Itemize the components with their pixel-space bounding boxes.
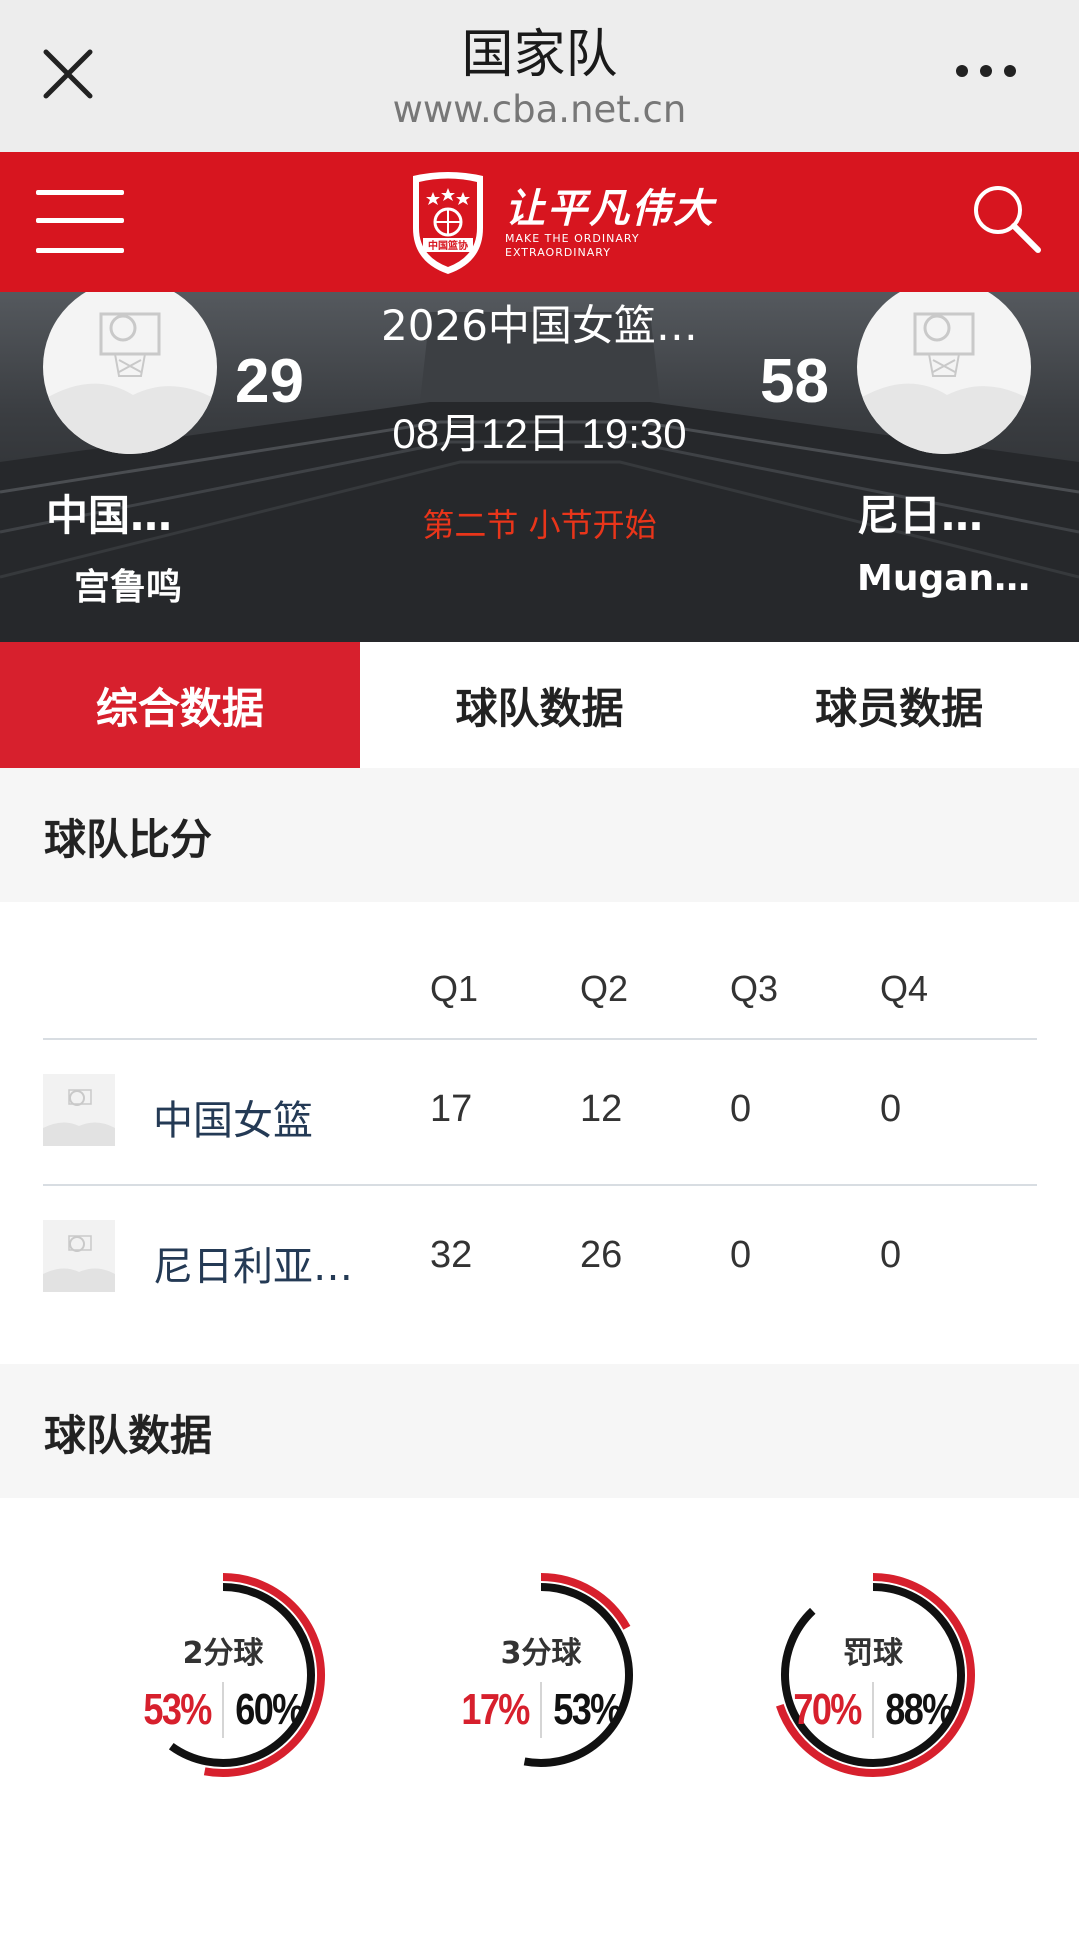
ring-label: 罚球 (843, 1636, 903, 1671)
column-header-q1: Q1 (430, 968, 479, 1009)
ring-values: 53% 60% (137, 1682, 309, 1738)
away-coach-name: Mugan… (857, 558, 1031, 599)
section-title: 球队比分 (44, 815, 213, 864)
section-title: 球队数据 (44, 1411, 213, 1460)
tab-player-stats[interactable]: 球员数据 (719, 642, 1079, 768)
q2-score: 26 (580, 1234, 623, 1276)
search-icon[interactable] (966, 180, 1046, 260)
match-time: 08月12日 19:30 (392, 410, 687, 457)
q3-score: 0 (730, 1234, 752, 1276)
home-percentage-arc (775, 1573, 976, 1777)
divider (540, 1682, 542, 1738)
match-title: 2026中国女篮… (381, 301, 698, 350)
home-percentage: 70% (793, 1685, 862, 1734)
away-percentage: 88% (885, 1685, 954, 1734)
free-throw-ring: 罚球 70% 88% (768, 1570, 978, 1780)
home-percentage: 53% (143, 1685, 212, 1734)
ring-values: 70% 88% (787, 1682, 959, 1738)
q4-score: 0 (880, 1234, 902, 1276)
away-percentage: 60% (235, 1685, 304, 1734)
slogan-english-line-2: EXTRAORDINARY (505, 246, 611, 259)
menu-icon[interactable] (36, 188, 124, 256)
team-name: 尼日利亚… (153, 1244, 353, 1290)
team-logo-thumbnail (43, 1074, 115, 1146)
cba-logo[interactable]: 中国篮协 让平凡伟大 MAKE THE ORDINARY EXTRAORDINA… (403, 168, 713, 278)
ring-label: 3分球 (500, 1636, 582, 1671)
browser-top-bar: 国家队 www.cba.net.cn (0, 0, 1079, 152)
page-url: www.cba.net.cn (392, 88, 687, 131)
site-header: 中国篮协 让平凡伟大 MAKE THE ORDINARY EXTRAORDINA… (0, 152, 1079, 292)
slogan-english-line-1: MAKE THE ORDINARY (505, 232, 640, 245)
away-team-name[interactable]: 尼日… (857, 482, 983, 543)
two-point-ring: 2分球 53% 60% (118, 1570, 328, 1780)
page-title: 国家队 (461, 25, 618, 85)
q3-score: 0 (730, 1088, 752, 1130)
column-header-q2: Q2 (580, 968, 629, 1009)
divider (872, 1682, 874, 1738)
tab-team-stats[interactable]: 球队数据 (360, 642, 720, 768)
divider (222, 1682, 224, 1738)
away-score: 58 (760, 347, 829, 416)
team-name: 中国女篮 (153, 1098, 313, 1144)
team-logo-thumbnail (43, 1220, 115, 1292)
team-stats-section-header: 球队数据 (0, 1364, 1079, 1498)
score-section-header: 球队比分 (0, 768, 1079, 902)
slogan-chinese: 让平凡伟大 (505, 186, 715, 232)
home-percentage-arc (203, 1573, 326, 1777)
three-point-ring: 3分球 17% 53% (436, 1570, 646, 1780)
divider (43, 1184, 1037, 1186)
match-hero: 29 2026中国女篮… 08月12日 19:30 第二节 小节开始 58 中国… (0, 292, 1079, 642)
divider (43, 1038, 1037, 1040)
q1-score: 32 (430, 1234, 473, 1276)
more-options-icon[interactable] (950, 56, 1050, 86)
ring-values: 17% 53% (455, 1682, 627, 1738)
away-percentage: 53% (553, 1685, 622, 1734)
quarter-score-table: Q1 Q2 Q3 Q4 中国女篮 17 12 0 0 尼日利亚… 32 26 0… (43, 902, 1037, 1362)
ring-label: 2分球 (182, 1636, 264, 1671)
tab-overall-stats[interactable]: 综合数据 (0, 642, 360, 768)
shield-logo-icon: 中国篮协 (413, 172, 483, 274)
q2-score: 12 (580, 1088, 623, 1130)
home-score: 29 (235, 347, 304, 416)
home-team-name[interactable]: 中国… (46, 482, 172, 543)
match-status: 第二节 小节开始 (422, 506, 657, 544)
q1-score: 17 (430, 1088, 473, 1130)
home-percentage: 17% (461, 1685, 530, 1734)
q4-score: 0 (880, 1088, 902, 1130)
column-header-q4: Q4 (880, 968, 929, 1009)
stats-tabs: 综合数据 球队数据 球员数据 (0, 642, 1079, 768)
column-header-q3: Q3 (730, 968, 779, 1009)
svg-text:中国篮协: 中国篮协 (428, 239, 468, 252)
slogan-english: MAKE THE ORDINARY EXTRAORDINARY (505, 232, 640, 260)
home-coach-name: 宫鲁鸣 (74, 567, 183, 608)
